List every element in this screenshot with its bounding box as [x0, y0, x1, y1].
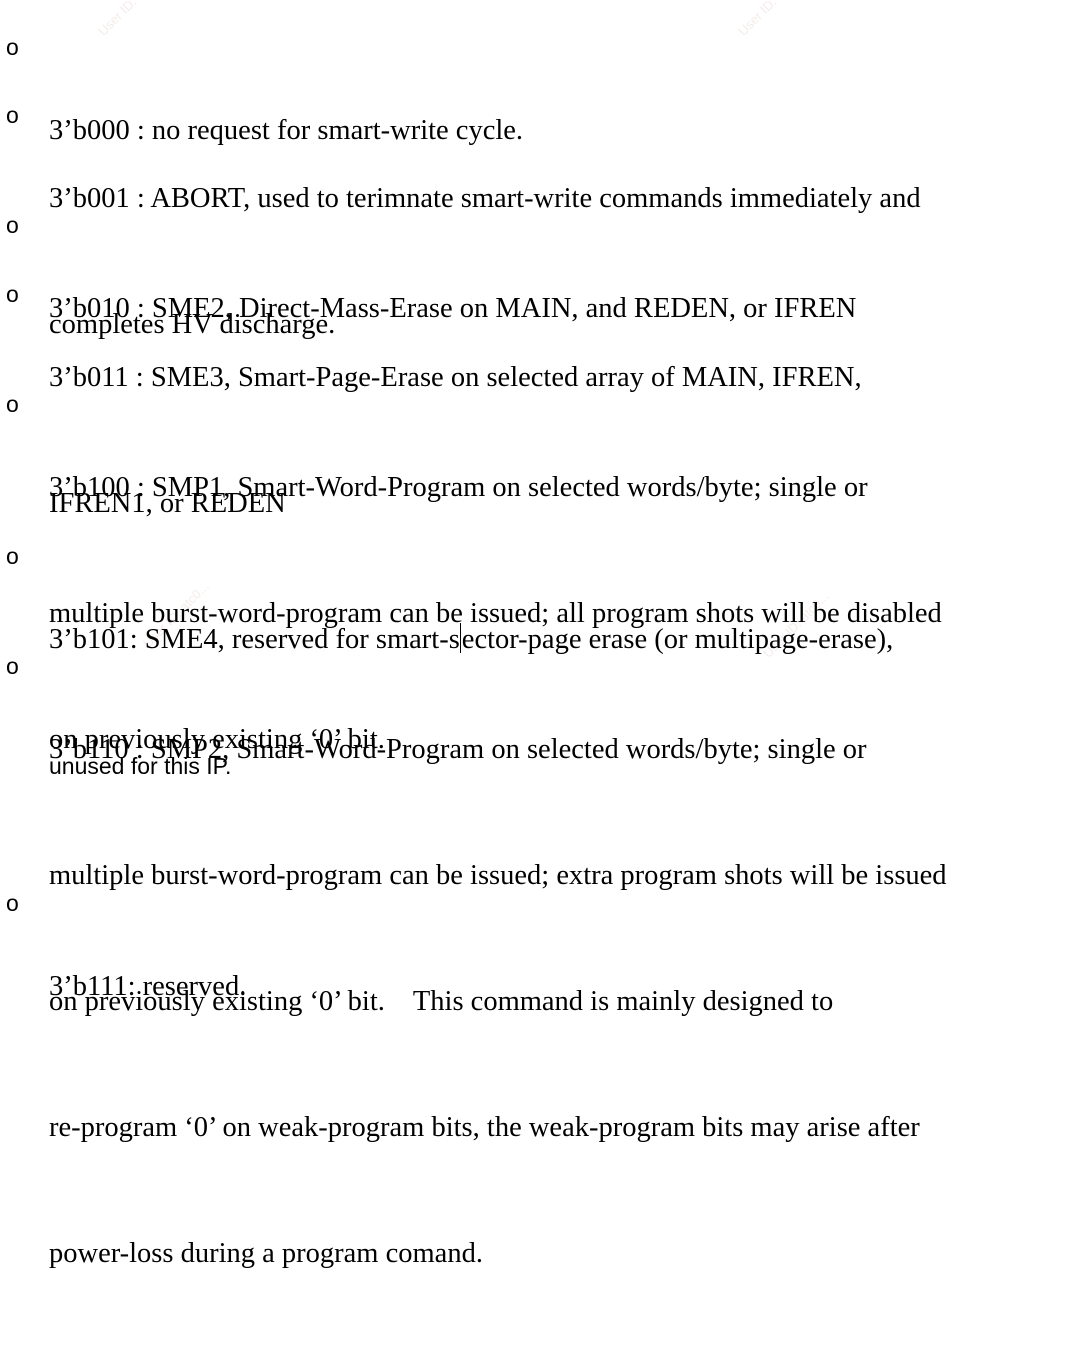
- bullet-marker: o: [6, 34, 19, 60]
- bullet-marker: o: [6, 281, 19, 307]
- bullet-marker: o: [6, 543, 19, 569]
- bullet-marker: o: [6, 102, 19, 128]
- bullet-marker: o: [6, 391, 19, 417]
- bullet-marker: o: [6, 212, 19, 238]
- bullet-marker: o: [6, 890, 19, 916]
- text-line: power-loss during a program comand.: [49, 1238, 483, 1269]
- text-line: re-program ‘0’ on weak-program bits, the…: [49, 1112, 920, 1143]
- bullet-marker: o: [6, 653, 19, 679]
- text-line: 3’b110 : SMP2, Smart-Word-Program on sel…: [49, 734, 867, 765]
- text-line: 3’b100 : SMP1, Smart-Word-Program on sel…: [49, 472, 868, 503]
- text-line: 3’b111: reserved.: [49, 971, 247, 1002]
- document-page: User ID: atc0... User ID: atc0... User I…: [0, 0, 1078, 1269]
- list-item-text: 3’b111: reserved.: [49, 882, 1071, 1092]
